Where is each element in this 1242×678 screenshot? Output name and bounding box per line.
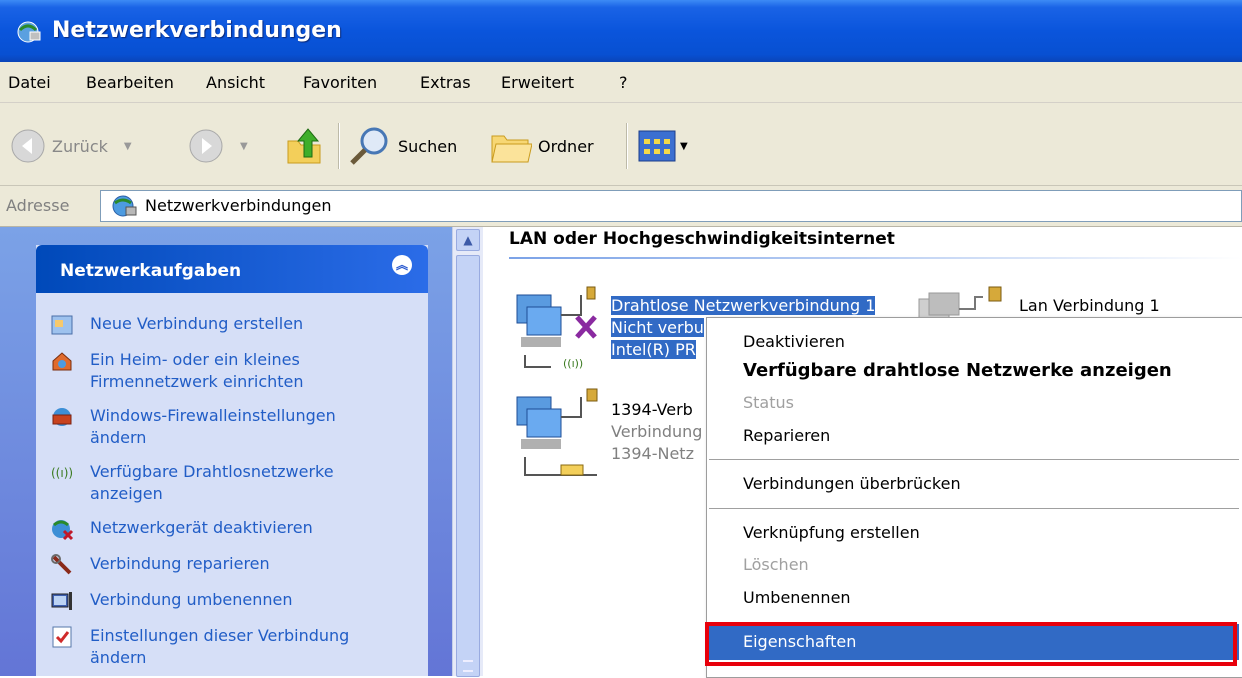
wireless-connection-icon[interactable]: ((ı)) — [511, 285, 611, 371]
wireless-icon: ((ı)) — [51, 466, 73, 480]
connection-1394-status: Verbindung — [611, 422, 703, 441]
menu-item-status[interactable]: Status — [743, 393, 794, 412]
connection-wireless-device: Intel(R) PR — [611, 340, 696, 359]
disable-device-icon — [52, 520, 74, 541]
up-folder-button[interactable] — [284, 127, 324, 165]
group-divider — [509, 257, 1242, 259]
group-header: LAN oder Hochgeschwindigkeitsinternet — [509, 229, 895, 249]
wrench-icon — [51, 554, 72, 575]
network-tasks-header[interactable]: Netzwerkaufgaben ︽ — [36, 245, 428, 293]
task-pane: Netzwerkaufgaben ︽ Neue Verbindung erste… — [0, 227, 452, 676]
task-new-connection[interactable]: Neue Verbindung erstellen — [50, 313, 420, 337]
search-button[interactable]: Suchen — [348, 127, 457, 165]
window-title: Netzwerkverbindungen — [52, 18, 342, 43]
up-folder-icon — [287, 128, 321, 164]
forward-dropdown-icon[interactable]: ▼ — [240, 141, 248, 152]
search-icon — [350, 127, 388, 165]
views-icon — [638, 130, 676, 162]
connection-lan-name[interactable]: Lan Verbindung 1 — [1019, 295, 1160, 317]
menu-separator — [709, 508, 1239, 509]
menu-extras[interactable]: Extras — [420, 73, 471, 92]
task-firewall-settings[interactable]: Windows-Firewalleinstellungen ändern — [50, 405, 420, 449]
menu-help[interactable]: ? — [619, 73, 628, 92]
menu-separator — [709, 459, 1239, 460]
forward-button[interactable]: ▼ — [188, 127, 248, 165]
svg-text:((ı)): ((ı)) — [563, 357, 583, 370]
network-globe-icon — [112, 195, 137, 217]
address-bar: Adresse Netzwerkverbindungen — [0, 186, 1242, 227]
back-arrow-icon — [11, 129, 45, 163]
menu-item-rename[interactable]: Umbenennen — [743, 588, 851, 607]
folders-button[interactable]: Ordner — [490, 127, 594, 165]
highlight-annotation — [705, 622, 1237, 666]
connection-wireless-status: Nicht verbu — [611, 318, 704, 337]
folder-icon — [491, 135, 532, 163]
menu-item-delete[interactable]: Löschen — [743, 555, 809, 574]
connection-1394[interactable]: 1394-Verb Verbindung 1394-Netz — [611, 399, 702, 465]
menu-item-bridge[interactable]: Verbindungen überbrücken — [743, 474, 961, 493]
properties-icon — [52, 626, 72, 648]
menu-bearbeiten[interactable]: Bearbeiten — [86, 73, 174, 92]
menu-item-create-shortcut[interactable]: Verknüpfung erstellen — [743, 523, 920, 542]
menu-bar: Datei Bearbeiten Ansicht Favoriten Extra… — [0, 62, 1242, 103]
menu-item-reparieren[interactable]: Reparieren — [743, 426, 830, 445]
views-dropdown-icon[interactable]: ▼ — [680, 141, 688, 152]
task-change-settings[interactable]: Einstellungen dieser Verbindung ändern — [50, 625, 420, 669]
scroll-thumb[interactable] — [456, 255, 480, 677]
network-tasks-box: Netzwerkaufgaben ︽ Neue Verbindung erste… — [36, 245, 428, 676]
views-button[interactable]: ▼ — [638, 127, 688, 165]
toolbar-separator — [626, 123, 628, 169]
address-label: Adresse — [6, 196, 70, 215]
task-disable-device[interactable]: Netzwerkgerät deaktivieren — [50, 517, 420, 541]
menu-erweitert[interactable]: Erweitert — [501, 73, 574, 92]
back-dropdown-icon[interactable]: ▼ — [124, 141, 132, 152]
task-repair-connection[interactable]: Verbindung reparieren — [50, 553, 420, 577]
menu-item-deaktivieren[interactable]: Deaktivieren — [743, 332, 845, 351]
back-button[interactable]: Zurück ▼ — [10, 127, 132, 165]
svg-text:((ı)): ((ı)) — [51, 466, 73, 480]
toolbar: Zurück ▼ ▼ Suchen Ordner ▼ — [0, 103, 1242, 186]
rename-icon — [51, 592, 72, 610]
home-network-icon — [52, 352, 72, 371]
network-tasks-title: Netzwerkaufgaben — [60, 261, 242, 281]
title-bar: Netzwerkverbindungen — [0, 0, 1242, 62]
menu-favoriten[interactable]: Favoriten — [303, 73, 377, 92]
task-home-network[interactable]: Ein Heim- oder ein kleines Firmennetzwerk… — [50, 349, 420, 393]
task-pane-scrollbar[interactable]: ▲ — [452, 227, 483, 677]
connection-wireless-name: Drahtlose Netzwerkverbindung 1 — [611, 296, 876, 315]
toolbar-separator — [338, 123, 340, 169]
firewall-icon — [52, 408, 72, 426]
new-connection-icon — [51, 315, 73, 335]
firewire-connection-icon[interactable] — [511, 387, 611, 483]
connection-1394-device: 1394-Netz — [611, 444, 694, 463]
network-connections-icon — [17, 21, 41, 43]
task-wireless-networks[interactable]: ((ı)) Verfügbare Drahtlosnetzwerke anzeig… — [50, 461, 420, 505]
menu-item-wireless-networks[interactable]: Verfügbare drahtlose Netzwerke anzeigen — [743, 360, 1172, 381]
menu-datei[interactable]: Datei — [8, 73, 51, 92]
address-value: Netzwerkverbindungen — [145, 196, 332, 215]
connection-1394-name: 1394-Verb — [611, 400, 693, 419]
collapse-chevron-icon[interactable]: ︽ — [392, 255, 412, 275]
menu-ansicht[interactable]: Ansicht — [206, 73, 265, 92]
scroll-up-icon[interactable]: ▲ — [456, 229, 480, 251]
address-input[interactable]: Netzwerkverbindungen — [100, 190, 1242, 222]
forward-arrow-icon — [189, 129, 223, 163]
task-rename-connection[interactable]: Verbindung umbenennen — [50, 589, 420, 613]
